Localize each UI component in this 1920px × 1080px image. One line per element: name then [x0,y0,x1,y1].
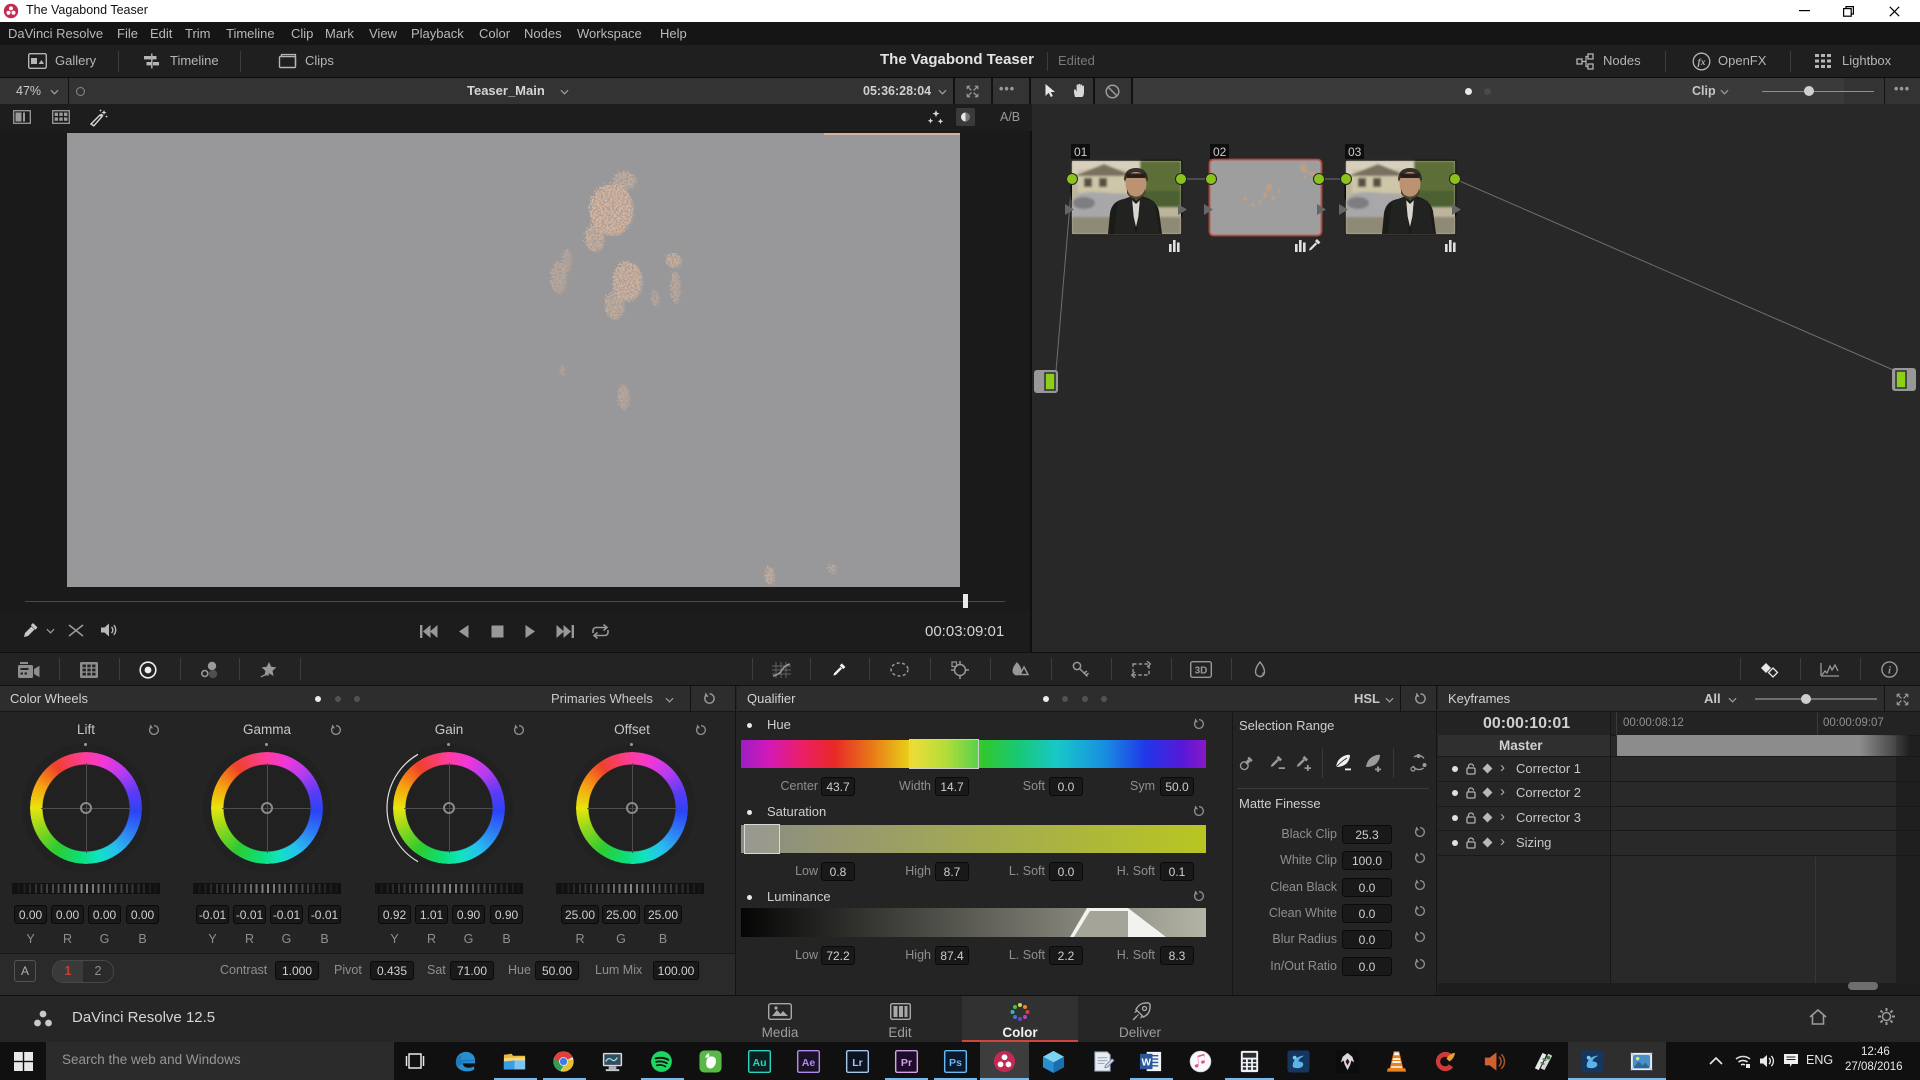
svg-text:01: 01 [1074,145,1088,159]
svg-text:i: i [1888,665,1892,677]
svg-text:Ps: Ps [949,1057,962,1069]
svg-text:03: 03 [1348,145,1362,159]
svg-text:Ae: Ae [802,1057,816,1069]
svg-text:fx: fx [1698,58,1706,68]
svg-text:Lr: Lr [852,1057,863,1069]
svg-text:W: W [1141,1057,1151,1068]
svg-text:Au: Au [752,1057,766,1069]
svg-text:3D: 3D [1195,666,1208,677]
svg-text:02: 02 [1213,145,1227,159]
svg-text:Pr: Pr [901,1057,912,1069]
